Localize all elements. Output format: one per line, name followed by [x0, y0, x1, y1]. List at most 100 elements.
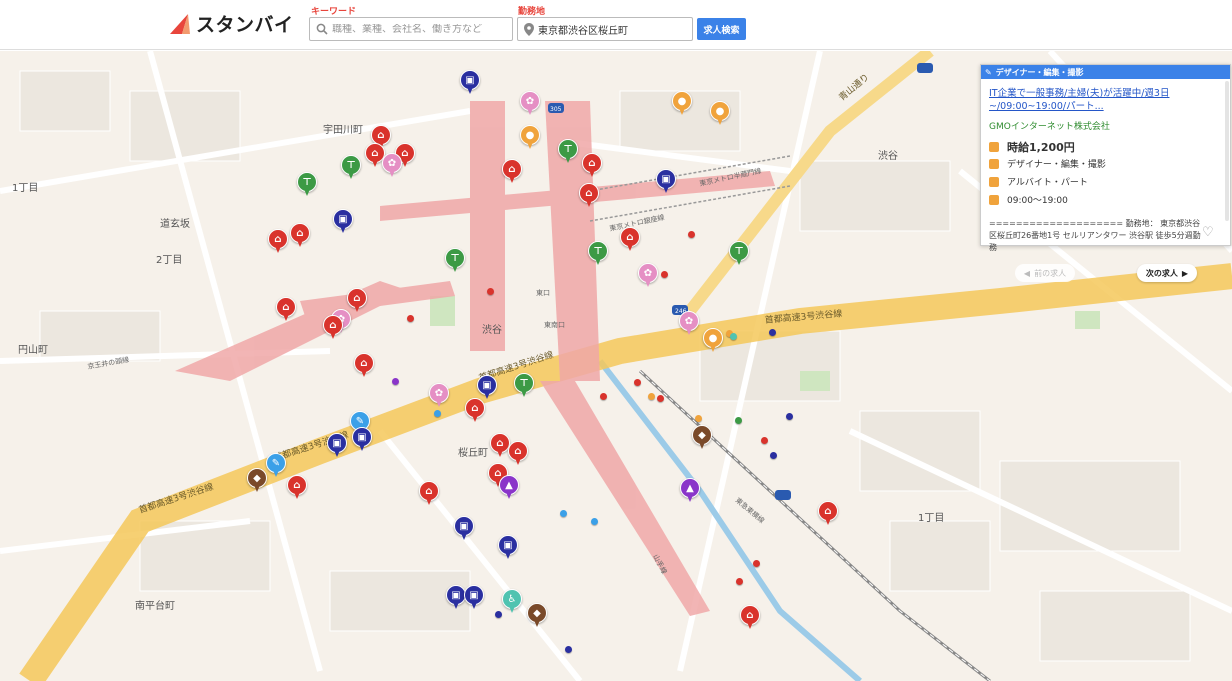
favorite-heart-icon[interactable]: ♡ — [1202, 225, 1214, 240]
job-map-dot[interactable] — [600, 393, 607, 400]
pin-tail — [461, 533, 467, 540]
job-map-pin[interactable]: ◆ — [527, 603, 547, 629]
job-card[interactable]: ✎ デザイナー・編集・撮影 IT企業で一般事務/主婦(夫)が活躍中/週3日~/0… — [980, 64, 1231, 252]
job-map-dot[interactable] — [761, 437, 768, 444]
job-map-pin[interactable]: ⌂ — [287, 475, 307, 501]
job-map-pin[interactable]: ⌂ — [323, 315, 343, 341]
job-map-dot[interactable] — [634, 379, 641, 386]
pin-tail — [509, 176, 515, 183]
job-map-pin[interactable]: ✿ — [638, 263, 658, 289]
job-map-pin[interactable]: ▣ — [446, 585, 466, 611]
job-map-pin[interactable]: ▲ — [499, 475, 519, 501]
job-map-dot[interactable] — [736, 578, 743, 585]
wage-value: 時給1,200円 — [1007, 141, 1075, 154]
job-map-pin[interactable]: ✿ — [429, 383, 449, 409]
location-field[interactable] — [517, 17, 693, 41]
job-map-dot[interactable] — [560, 510, 567, 517]
job-map-pin[interactable]: ⌂ — [276, 297, 296, 323]
job-map-pin[interactable]: ⊤ — [341, 155, 361, 181]
job-map-pin[interactable]: ⊤ — [297, 172, 317, 198]
job-map-dot[interactable] — [770, 452, 777, 459]
job-map-pin[interactable]: ▣ — [460, 70, 480, 96]
job-map-dot[interactable] — [434, 410, 441, 417]
logo[interactable]: スタンバイ — [168, 10, 294, 37]
job-map-pin[interactable]: ⊤ — [588, 241, 608, 267]
job-map-pin[interactable]: ⊤ — [729, 241, 749, 267]
job-search-button[interactable]: 求人検索 — [697, 18, 746, 40]
job-map-dot[interactable] — [487, 288, 494, 295]
pin-tail — [471, 602, 477, 609]
pin-tail — [736, 258, 742, 265]
job-map-pin[interactable]: ⊤ — [558, 139, 578, 165]
job-map-pin[interactable]: ⌂ — [465, 398, 485, 424]
job-map-pin[interactable]: ✿ — [679, 311, 699, 337]
job-map-dot[interactable] — [565, 646, 572, 653]
job-map-pin[interactable]: ◆ — [247, 468, 267, 494]
job-map-dot[interactable] — [648, 393, 655, 400]
card-category-label: デザイナー・編集・撮影 — [995, 67, 1084, 77]
job-map-pin[interactable]: ▣ — [464, 585, 484, 611]
job-map-pin[interactable]: ▣ — [352, 427, 372, 453]
job-map-pin[interactable]: ⊤ — [514, 373, 534, 399]
company-name: GMOインターネット株式会社 — [989, 122, 1110, 132]
job-map-dot[interactable] — [688, 231, 695, 238]
keyword-field[interactable] — [309, 17, 513, 41]
job-map-dot[interactable] — [786, 413, 793, 420]
job-map-pin[interactable]: ⌂ — [502, 159, 522, 185]
pin-tail — [361, 370, 367, 377]
job-map-dot[interactable] — [769, 329, 776, 336]
job-map-dot[interactable] — [730, 333, 737, 340]
job-map-dot[interactable] — [753, 560, 760, 567]
job-map-pin[interactable]: ⌂ — [579, 183, 599, 209]
job-map-pin[interactable]: ▣ — [656, 169, 676, 195]
job-map-dot[interactable] — [495, 611, 502, 618]
job-map-pin[interactable]: ● — [520, 125, 540, 151]
job-map-pin[interactable]: ◆ — [692, 425, 712, 451]
job-map-pin[interactable]: ▣ — [498, 535, 518, 561]
pin-tail — [334, 450, 340, 457]
job-map-pin[interactable]: ⌂ — [419, 481, 439, 507]
job-map-pin[interactable]: ⌂ — [268, 229, 288, 255]
job-map-pin[interactable]: ✎ — [266, 453, 286, 479]
job-map-pin[interactable]: ⌂ — [740, 605, 760, 631]
job-map-pin[interactable]: ⌂ — [620, 227, 640, 253]
job-map-dot[interactable] — [735, 417, 742, 424]
next-job-button[interactable]: 次の求人 ▶ — [1137, 264, 1197, 282]
job-map-dot[interactable] — [392, 378, 399, 385]
pin-tail — [627, 244, 633, 251]
job-map-pin[interactable]: ♿ — [502, 589, 522, 615]
job-map-pin[interactable]: ⊤ — [445, 248, 465, 274]
job-map-dot[interactable] — [657, 395, 664, 402]
job-map-dot[interactable] — [695, 415, 702, 422]
prev-job-button[interactable]: ◀ 前の求人 — [1015, 264, 1075, 282]
keyword-input[interactable] — [328, 23, 512, 35]
job-map-pin[interactable]: ▲ — [680, 478, 700, 504]
job-map-pin[interactable]: ⌂ — [582, 153, 602, 179]
job-map-pin[interactable]: ⌂ — [290, 223, 310, 249]
pin-tail — [534, 620, 540, 627]
job-map-dot[interactable] — [661, 271, 668, 278]
pin-tail — [273, 470, 279, 477]
job-title-link[interactable]: IT企業で一般事務/主婦(夫)が活躍中/週3日~/09:00~19:00/パート… — [989, 87, 1199, 113]
job-map-pin[interactable]: ⌂ — [508, 441, 528, 467]
job-map-pin[interactable]: ▣ — [327, 433, 347, 459]
job-map-pin[interactable]: ▣ — [333, 209, 353, 235]
job-map-dot[interactable] — [591, 518, 598, 525]
pin-tail — [645, 280, 651, 287]
job-map-pin[interactable]: ⌂ — [347, 288, 367, 314]
job-map-pin[interactable]: ● — [703, 328, 723, 354]
job-map-pin[interactable]: ⌂ — [354, 353, 374, 379]
job-map-pin[interactable]: ▣ — [454, 516, 474, 542]
job-map-pin[interactable]: ✿ — [520, 91, 540, 117]
job-map-dot[interactable] — [407, 315, 414, 322]
location-input[interactable] — [534, 23, 692, 35]
job-map-pin[interactable]: ● — [710, 101, 730, 127]
job-map-pin[interactable]: ⌂ — [490, 433, 510, 459]
yen-icon — [989, 142, 999, 152]
job-map-pin[interactable]: ✿ — [382, 153, 402, 179]
header: スタンバイ キーワード 勤務地 求人検索 — [0, 0, 1232, 50]
job-map-pin[interactable]: ● — [672, 91, 692, 117]
pin-tail — [747, 622, 753, 629]
job-map-pin[interactable]: ⌂ — [818, 501, 838, 527]
card-scrollbar[interactable] — [1225, 81, 1229, 221]
